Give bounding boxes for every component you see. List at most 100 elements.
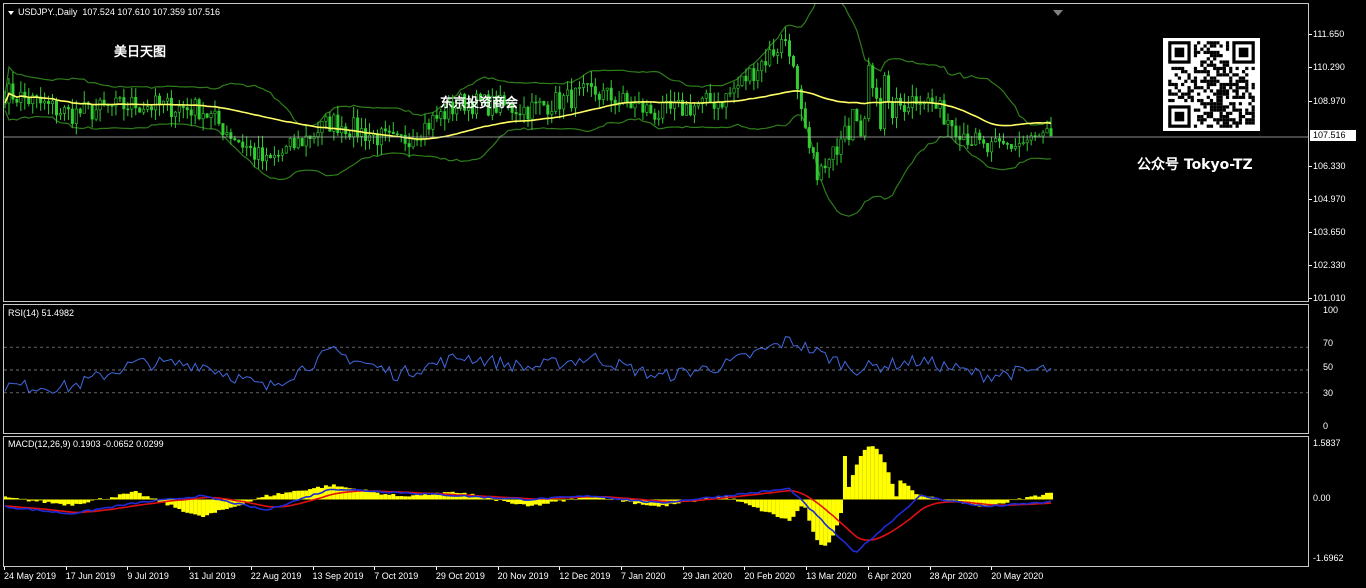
candle-body [356,117,360,137]
candle-body [324,116,328,122]
candle-body [978,132,982,140]
macd-bar [510,499,515,504]
qr-module [1203,111,1207,115]
qr-module [1219,98,1223,103]
triangle-down-icon[interactable] [8,10,14,15]
qr-module [1232,82,1236,87]
candle-body [518,113,522,116]
qr-module [1209,60,1214,64]
qr-module [1229,82,1233,87]
candle-body [609,87,613,101]
qr-module [1225,73,1230,77]
qr-module [1177,66,1182,71]
qr-module [1184,92,1188,96]
qr-module [1232,105,1236,109]
macd-bar [391,493,396,500]
macd-bar [268,496,273,500]
macd-bar [137,492,142,500]
macd-bar [355,490,360,500]
candle-body [304,135,308,147]
qr-module [1174,82,1178,87]
qr-module [1225,82,1230,87]
macd-bar [732,498,737,500]
candle-body [122,97,126,110]
qr-module [1190,89,1194,93]
macd-bar [38,499,43,501]
qr-module [1213,76,1217,80]
date-axis: 24 May 2019 17 Jun 2019 9 Jul 2019 31 Jul 2… [0,567,1309,588]
candle-body [90,104,94,120]
candle-body [839,138,843,155]
qr-module [1190,98,1194,103]
current-price-label: 107.516 [1310,130,1356,141]
symbol-header: USDJPY.,Daily 107.524 107.610 107.359 10… [8,7,220,17]
candle-body [692,105,696,116]
qr-module [1238,121,1242,125]
rsi-canvas[interactable] [4,305,1308,433]
macd-bar [605,499,610,500]
macd-bar [133,491,138,500]
macd-bar [1049,492,1053,500]
macd-bar [6,497,11,500]
qr-module [1235,95,1239,99]
macd-pane[interactable]: MACD(12,26,9) 0.1903 -0.0652 0.0299 [3,436,1309,567]
qr-module [1216,66,1220,71]
macd-bar [367,491,372,500]
qr-module [1187,73,1191,77]
candle-body [744,75,748,82]
qr-module [1187,76,1191,80]
qr-finder [1238,47,1249,58]
qr-module [1219,95,1223,99]
macd-canvas[interactable] [4,437,1308,566]
rsi-pane[interactable]: RSI(14) 51.4982 [3,304,1309,434]
date-tick: 24 May 2019 [4,567,57,581]
qr-module [1206,102,1210,106]
macd-bar [486,497,491,500]
qr-module [1200,70,1204,74]
candle-body [546,104,550,115]
macd-bar [1041,494,1046,500]
candle-body [225,132,229,135]
price-chart-pane[interactable]: USDJPY.,Daily 107.524 107.610 107.359 10… [3,3,1309,302]
candle-body [554,92,558,112]
macd-bar [141,496,146,500]
qr-module [1177,89,1182,93]
candle-body [970,144,974,146]
macd-bar [201,499,206,518]
candle-body [387,130,391,133]
qr-module [1251,108,1255,112]
qr-module [1245,108,1249,112]
qr-module [1203,60,1207,64]
qr-module [1245,82,1249,87]
qr-module [1209,102,1214,106]
candle-body [110,104,114,107]
candle-body [352,117,356,138]
candle-body [724,93,728,108]
candle-body [399,134,403,136]
qr-module [1203,79,1207,83]
candle-body [768,49,772,66]
macd-level: 1.5837 [1313,438,1341,448]
candle-body [62,107,66,114]
candle-body [1013,146,1017,149]
macd-bar [102,499,107,500]
candle-body [906,107,910,112]
candle-body [431,115,435,130]
price-chart-canvas[interactable] [4,4,1308,301]
macd-bar [399,496,404,500]
qr-module [1203,89,1207,93]
candle-body [217,110,221,124]
qr-module [1219,86,1223,90]
qr-module [1181,82,1185,87]
qr-module [1206,73,1210,77]
qr-module [1197,98,1201,103]
candle-body [566,89,570,96]
candle-body [986,143,990,153]
qr-module [1203,66,1207,71]
date-tick: 6 Apr 2020 [867,567,912,581]
chart-shift-marker-icon[interactable] [1053,10,1063,16]
candle-body [407,143,411,148]
macd-bar [1037,496,1042,500]
qr-module [1193,50,1198,55]
macd-bar [26,499,31,502]
